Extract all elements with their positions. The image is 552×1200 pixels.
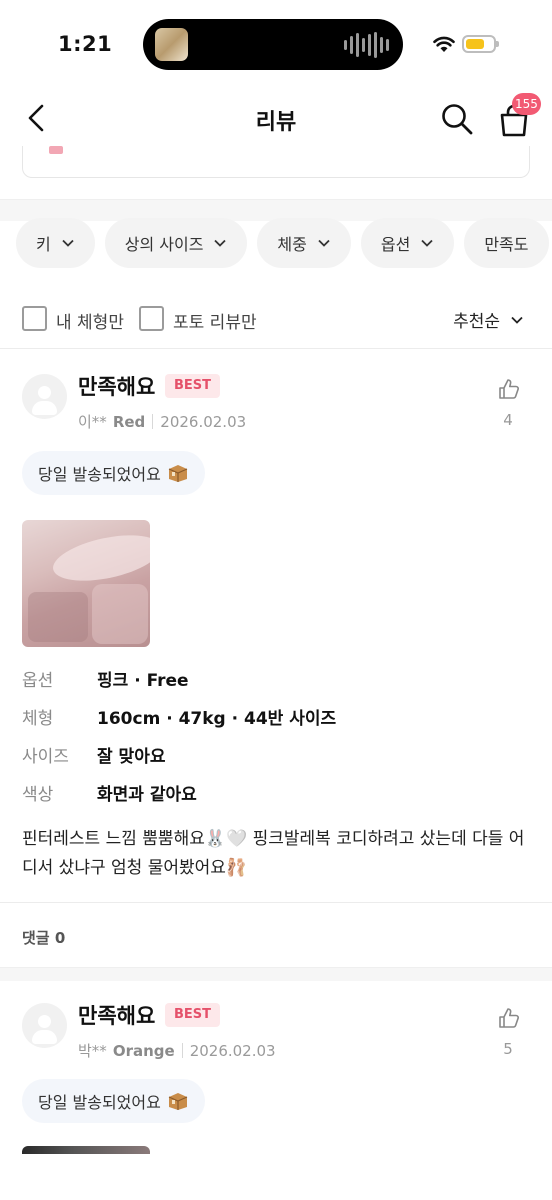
divider [0, 902, 552, 903]
chip-label: 만족도 [484, 235, 529, 254]
status-time: 1:21 [58, 32, 113, 56]
chevron-down-icon [511, 316, 523, 324]
sort-label: 추천순 [453, 312, 500, 332]
notice-mark [49, 146, 63, 154]
package-icon [168, 465, 188, 482]
filter-chip-weight[interactable]: 체중 [257, 218, 351, 268]
my-body-checkbox[interactable] [22, 306, 47, 331]
section-divider [0, 967, 552, 981]
review-toggle-row: 내 체형만 포토 리뷰만 추천순 [22, 305, 530, 333]
review-meta: 이** Red 2026.02.03 [78, 411, 246, 432]
shipping-tag: 당일 발송되었어요 [22, 451, 205, 495]
status-bar: 1:21 [0, 0, 552, 90]
spec-key: 색상 [22, 785, 54, 805]
chevron-down-icon [421, 239, 433, 247]
divider [0, 348, 552, 349]
sort-dropdown[interactable]: 추천순 [453, 307, 524, 332]
filter-chip-satisfaction[interactable]: 만족도 [464, 218, 549, 268]
filter-chip-height[interactable]: 키 [16, 218, 95, 268]
review-date: 2026.02.03 [189, 1041, 276, 1060]
best-badge: BEST [165, 1003, 221, 1027]
shipping-tag-label: 당일 발송되었어요 [38, 1093, 161, 1112]
search-icon[interactable] [440, 102, 474, 136]
shipping-tag-label: 당일 발송되었어요 [38, 465, 161, 484]
review-color: Red [112, 412, 146, 431]
photo-only-label[interactable]: 포토 리뷰만 [173, 308, 257, 333]
thumbs-up-icon[interactable] [498, 1007, 520, 1029]
chevron-down-icon [318, 239, 330, 247]
photo-only-checkbox[interactable] [139, 306, 164, 331]
dynamic-island[interactable] [143, 19, 403, 70]
filter-chip-option[interactable]: 옵션 [360, 218, 455, 268]
now-playing-artwork [155, 28, 188, 61]
avatar [22, 374, 67, 419]
review-photo[interactable] [22, 520, 150, 647]
comment-count[interactable]: 댓글 0 [22, 927, 65, 948]
spec-key: 옵션 [22, 671, 54, 691]
review-title: 만족해요 [78, 1004, 156, 1028]
filter-chip-top-size[interactable]: 상의 사이즈 [104, 218, 248, 268]
spec-key: 사이즈 [22, 747, 69, 767]
like-count: 5 [503, 1040, 513, 1058]
my-body-label[interactable]: 내 체형만 [56, 308, 124, 333]
review-photo[interactable] [22, 1146, 150, 1154]
spec-value: 160cm · 47kg · 44반 사이즈 [97, 709, 337, 729]
meta-separator [181, 1043, 183, 1058]
thumbs-up-icon[interactable] [498, 378, 520, 400]
app-header: 리뷰 [0, 90, 552, 146]
like-count: 4 [503, 411, 513, 429]
chevron-down-icon [62, 239, 74, 247]
review-color: Orange [112, 1041, 175, 1060]
spec-value: 핑크 · Free [97, 671, 189, 691]
spec-value: 잘 맞아요 [97, 747, 166, 767]
battery-level [466, 39, 484, 49]
review-title: 만족해요 [78, 375, 156, 399]
best-badge: BEST [165, 374, 221, 398]
meta-separator [152, 414, 154, 429]
review-body: 핀터레스트 느낌 뿜뿜해요🐰🤍 핑크발레복 코디하려고 샀는데 다들 어디서 샀… [22, 829, 525, 878]
chip-label: 키 [36, 235, 51, 254]
chevron-down-icon [214, 239, 227, 247]
review-meta: 박** Orange 2026.02.03 [78, 1040, 276, 1061]
spec-key: 체형 [22, 709, 54, 729]
filter-chip-bar: 키 상의 사이즈 체중 옵션 만족도 [16, 218, 552, 268]
spec-value: 화면과 같아요 [97, 785, 197, 805]
shipping-tag: 당일 발송되었어요 [22, 1079, 205, 1123]
package-icon [168, 1093, 188, 1110]
review-date: 2026.02.03 [160, 412, 247, 431]
wifi-icon [433, 36, 455, 52]
audio-waveform-icon [344, 31, 389, 58]
cart-count-badge: 155 [512, 93, 541, 115]
review-user: 박** [78, 1042, 107, 1060]
battery-icon [462, 35, 499, 53]
chip-label: 체중 [277, 235, 307, 254]
review-user: 이** [78, 413, 107, 431]
chip-label: 옵션 [380, 235, 411, 254]
chip-label: 상의 사이즈 [124, 235, 204, 254]
avatar [22, 1003, 67, 1048]
